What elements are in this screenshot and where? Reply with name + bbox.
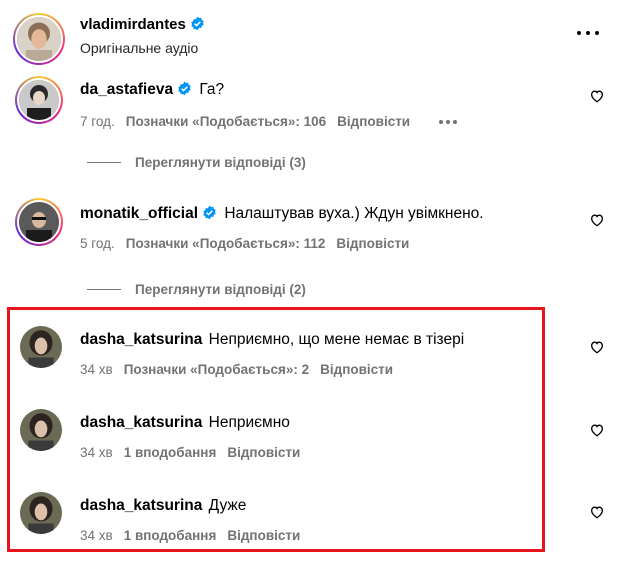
- verified-badge-icon: [178, 81, 191, 96]
- commenter-avatar[interactable]: [15, 198, 63, 246]
- comment-username[interactable]: dasha_katsurina: [80, 331, 202, 348]
- comment-username[interactable]: da_astafieva: [80, 81, 173, 98]
- audio-label[interactable]: Оригінальне аудіо: [80, 40, 198, 56]
- comment-text: Неприємно, що мене немає в тізері: [208, 331, 465, 348]
- view-replies-button[interactable]: Переглянути відповіді (3): [87, 155, 306, 170]
- comment-likes[interactable]: Позначки «Подобається»: 106: [126, 114, 326, 129]
- comment-item: da_astafieva Га? 7 год. Позначки «Подоба…: [0, 76, 619, 146]
- like-heart-icon[interactable]: [589, 504, 605, 520]
- view-replies-label: Переглянути відповіді (3): [135, 155, 306, 170]
- author-username[interactable]: vladimirdantes: [80, 16, 186, 33]
- more-horizontal-icon[interactable]: [577, 22, 599, 44]
- comment-item: dasha_katsurina Неприємно 34 хв 1 вподоб…: [0, 407, 619, 467]
- commenter-avatar-image: [20, 492, 62, 534]
- reply-button[interactable]: Відповісти: [337, 114, 410, 129]
- commenter-avatar[interactable]: [15, 76, 63, 124]
- comment-time[interactable]: 34 хв: [80, 362, 113, 377]
- comment-likes[interactable]: Позначки «Подобається»: 112: [126, 236, 326, 251]
- comment-item: dasha_katsurina Дуже 34 хв 1 вподобання …: [0, 490, 619, 550]
- comment-item: monatik_official Налаштував вуха.) Ждун …: [0, 198, 619, 268]
- comment-username[interactable]: monatik_official: [80, 205, 198, 222]
- comment-item: dasha_katsurina Неприємно, що мене немає…: [0, 324, 619, 384]
- comment-likes[interactable]: 1 вподобання: [124, 445, 217, 460]
- author-avatar[interactable]: [13, 13, 65, 65]
- like-heart-icon[interactable]: [589, 88, 605, 104]
- commenter-avatar-image: [20, 326, 62, 368]
- commenter-avatar[interactable]: [20, 409, 62, 451]
- verified-badge-icon: [203, 205, 216, 220]
- comment-text: Неприємно: [208, 414, 290, 431]
- commenter-avatar-image: [19, 80, 59, 120]
- commenter-avatar-image: [20, 409, 62, 451]
- like-heart-icon[interactable]: [589, 339, 605, 355]
- commenter-avatar[interactable]: [20, 492, 62, 534]
- comment-time[interactable]: 5 год.: [80, 236, 115, 251]
- like-heart-icon[interactable]: [589, 422, 605, 438]
- view-replies-label: Переглянути відповіді (2): [135, 282, 306, 297]
- view-replies-button[interactable]: Переглянути відповіді (2): [87, 282, 306, 297]
- like-heart-icon[interactable]: [589, 212, 605, 228]
- author-avatar-image: [17, 17, 61, 61]
- comment-time[interactable]: 7 год.: [80, 114, 115, 129]
- comment-username[interactable]: dasha_katsurina: [80, 414, 202, 431]
- replies-divider-line: [87, 162, 121, 163]
- comment-likes[interactable]: Позначки «Подобається»: 2: [124, 362, 309, 377]
- replies-divider-line: [87, 289, 121, 290]
- comment-username[interactable]: dasha_katsurina: [80, 497, 202, 514]
- reply-button[interactable]: Відповісти: [320, 362, 393, 377]
- reply-button[interactable]: Відповісти: [336, 236, 409, 251]
- comment-text: Налаштував вуха.) Ждун увімкнено.: [224, 205, 484, 222]
- verified-badge-icon: [191, 16, 204, 31]
- reply-button[interactable]: Відповісти: [227, 445, 300, 460]
- comment-time[interactable]: 34 хв: [80, 528, 113, 543]
- post-header: vladimirdantes Оригінальне аудіо: [0, 0, 619, 68]
- comment-time[interactable]: 34 хв: [80, 445, 113, 460]
- commenter-avatar[interactable]: [20, 326, 62, 368]
- comment-likes[interactable]: 1 вподобання: [124, 528, 217, 543]
- reply-button[interactable]: Відповісти: [227, 528, 300, 543]
- comment-options-icon[interactable]: [439, 114, 458, 129]
- comment-text: Дуже: [208, 497, 247, 514]
- comment-text: Га?: [199, 81, 225, 98]
- commenter-avatar-image: [19, 202, 59, 242]
